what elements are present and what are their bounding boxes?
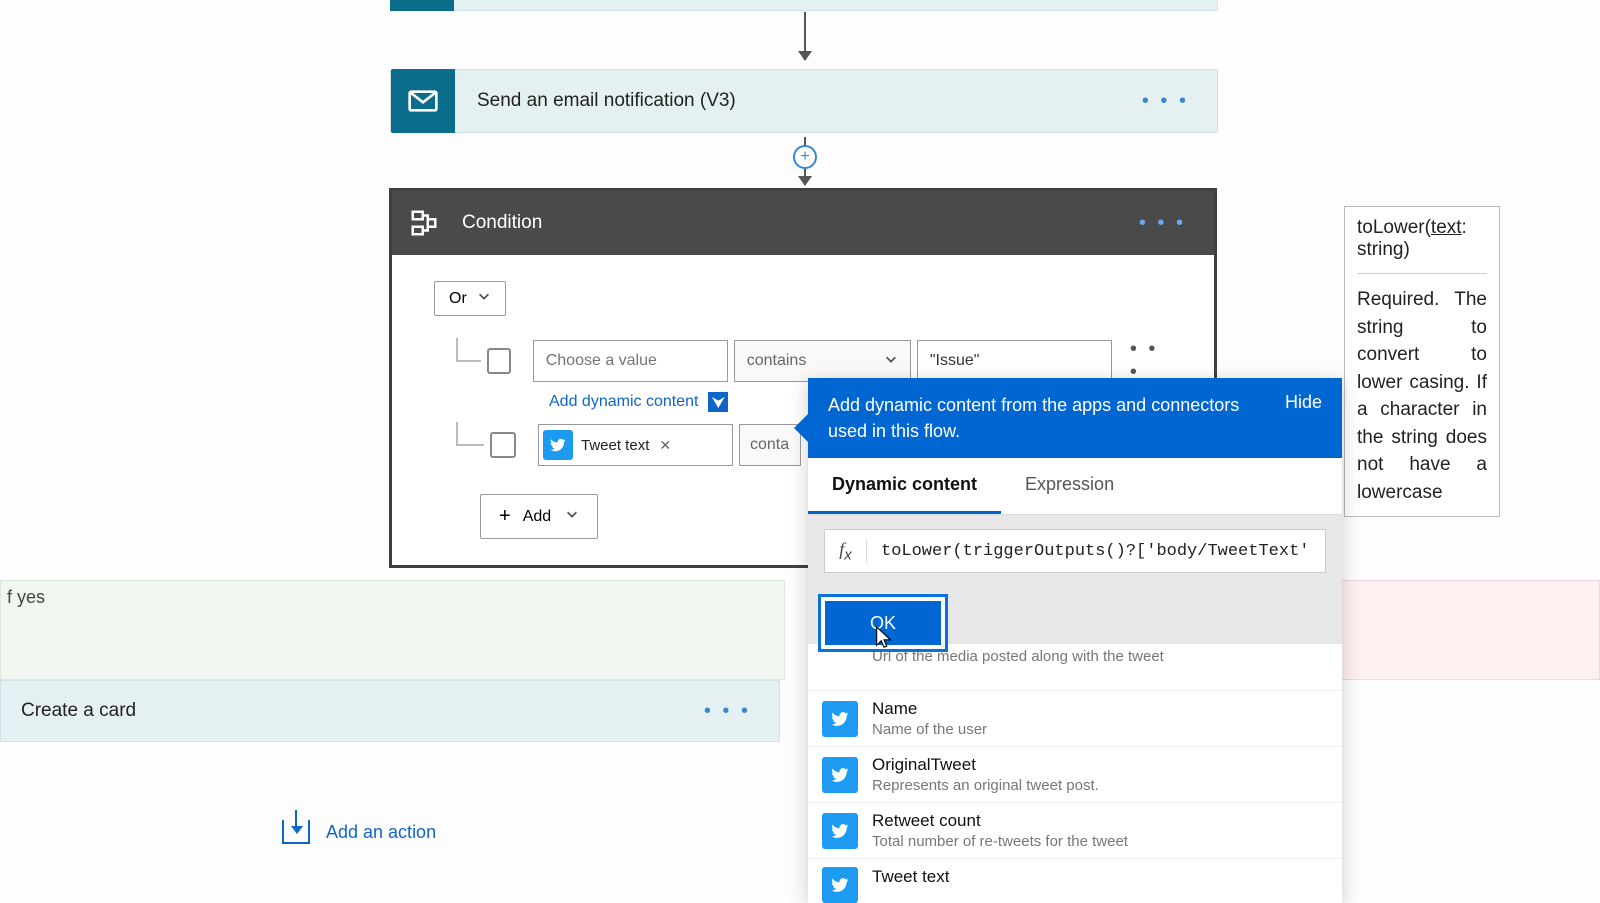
list-item[interactable]: Tweet text xyxy=(808,859,1342,903)
list-item[interactable]: Retweet count Total number of re-tweets … xyxy=(808,803,1342,859)
item-title: Retweet count xyxy=(872,811,1128,831)
insert-step-button[interactable]: + xyxy=(793,145,817,169)
remove-token-button[interactable]: ✕ xyxy=(659,437,671,454)
twitter-icon xyxy=(822,757,858,793)
twitter-icon xyxy=(822,813,858,849)
operator-label: contains xyxy=(747,352,807,370)
value-token-input[interactable]: Tweet text ✕ xyxy=(538,424,733,466)
tree-branch-line xyxy=(456,444,484,446)
panel-header: Add dynamic content from the apps and co… xyxy=(808,378,1342,458)
compare-value-input[interactable] xyxy=(917,340,1112,382)
tooltip-description: Required. The string to convert to lower… xyxy=(1357,286,1487,506)
add-action-button[interactable]: Add an action xyxy=(282,820,436,844)
twitter-icon xyxy=(543,430,573,460)
flow-canvas: Send an email notification (V3) • • • + … xyxy=(0,0,1600,900)
email-step-title: Send an email notification (V3) xyxy=(477,90,1142,112)
twitter-icon xyxy=(822,701,858,737)
list-item[interactable]: Name Name of the user xyxy=(808,691,1342,747)
item-desc: Represents an original tweet post. xyxy=(872,777,1099,794)
previous-step-card[interactable] xyxy=(390,0,1218,11)
condition-header[interactable]: Condition • • • xyxy=(392,191,1214,255)
panel-pointer xyxy=(794,414,808,442)
condition-menu[interactable]: • • • xyxy=(1139,212,1186,235)
ok-button-highlight: OK xyxy=(818,594,948,652)
operator-select[interactable]: conta xyxy=(739,424,801,466)
add-condition-button[interactable]: + Add xyxy=(480,494,598,539)
group-operator-select[interactable]: Or xyxy=(434,281,506,316)
list-item[interactable]: OriginalTweet Represents an original twe… xyxy=(808,747,1342,803)
tab-expression[interactable]: Expression xyxy=(1001,458,1138,514)
tree-branch-line xyxy=(456,360,481,362)
chevron-down-icon xyxy=(477,289,491,308)
hide-button[interactable]: Hide xyxy=(1285,392,1322,413)
twitter-icon xyxy=(822,867,858,903)
tab-dynamic-content[interactable]: Dynamic content xyxy=(808,458,1001,514)
email-step-menu[interactable]: • • • xyxy=(1142,90,1189,113)
create-card-menu[interactable]: • • • xyxy=(704,700,751,723)
item-title: Name xyxy=(872,699,987,719)
tweet-text-token[interactable]: Tweet text ✕ xyxy=(543,430,671,460)
add-dynamic-content-label: Add dynamic content xyxy=(549,393,698,411)
if-yes-label: f yes xyxy=(7,587,45,608)
item-desc: Name of the user xyxy=(872,721,987,738)
operator-select[interactable]: contains xyxy=(734,340,911,382)
add-dynamic-content-link[interactable]: Add dynamic content ⮟ xyxy=(549,392,728,412)
condition-title: Condition xyxy=(462,212,1139,234)
operator-label-partial: conta xyxy=(750,436,789,454)
chevron-down-icon xyxy=(565,507,579,526)
tooltip-signature: toLower(text: string) xyxy=(1357,217,1487,274)
if-yes-branch: f yes xyxy=(0,580,785,680)
item-title: Tweet text xyxy=(872,867,949,887)
token-label: Tweet text xyxy=(581,437,649,454)
chevron-down-icon xyxy=(884,352,898,371)
expression-input[interactable]: fx toLower(triggerOutputs()?['body/Tweet… xyxy=(824,529,1326,573)
mail-icon xyxy=(391,69,455,133)
item-desc: Total number of re-tweets for the tweet xyxy=(872,833,1128,850)
dynamic-items-list[interactable]: Url of the media posted along with the t… xyxy=(808,643,1342,903)
sig-pre: toLower( xyxy=(1357,217,1431,238)
plus-icon: + xyxy=(499,505,511,528)
item-title: OriginalTweet xyxy=(872,755,1099,775)
add-action-label: Add an action xyxy=(326,822,436,843)
fx-icon: fx xyxy=(825,539,867,564)
add-action-icon xyxy=(282,820,310,844)
lightning-icon: ⮟ xyxy=(708,392,728,412)
row-checkbox[interactable] xyxy=(490,432,516,458)
choose-value-input[interactable] xyxy=(533,340,728,382)
row-checkbox[interactable] xyxy=(487,348,511,374)
connector-arrow xyxy=(804,12,806,60)
create-card-title: Create a card xyxy=(21,700,704,722)
condition-icon xyxy=(392,191,456,255)
panel-header-text: Add dynamic content from the apps and co… xyxy=(828,392,1267,444)
group-operator-label: Or xyxy=(449,290,467,308)
previous-step-icon-block xyxy=(390,0,454,11)
sig-arg: text xyxy=(1431,217,1462,238)
add-button-label: Add xyxy=(523,508,551,526)
create-card-step[interactable]: Create a card • • • xyxy=(0,680,780,742)
panel-tabs: Dynamic content Expression xyxy=(808,458,1342,515)
function-tooltip: toLower(text: string) Required. The stri… xyxy=(1344,206,1500,517)
ok-button[interactable]: OK xyxy=(825,601,941,645)
expression-text: toLower(triggerOutputs()?['body/TweetTex… xyxy=(867,542,1325,561)
email-step-card[interactable]: Send an email notification (V3) • • • xyxy=(390,69,1218,133)
